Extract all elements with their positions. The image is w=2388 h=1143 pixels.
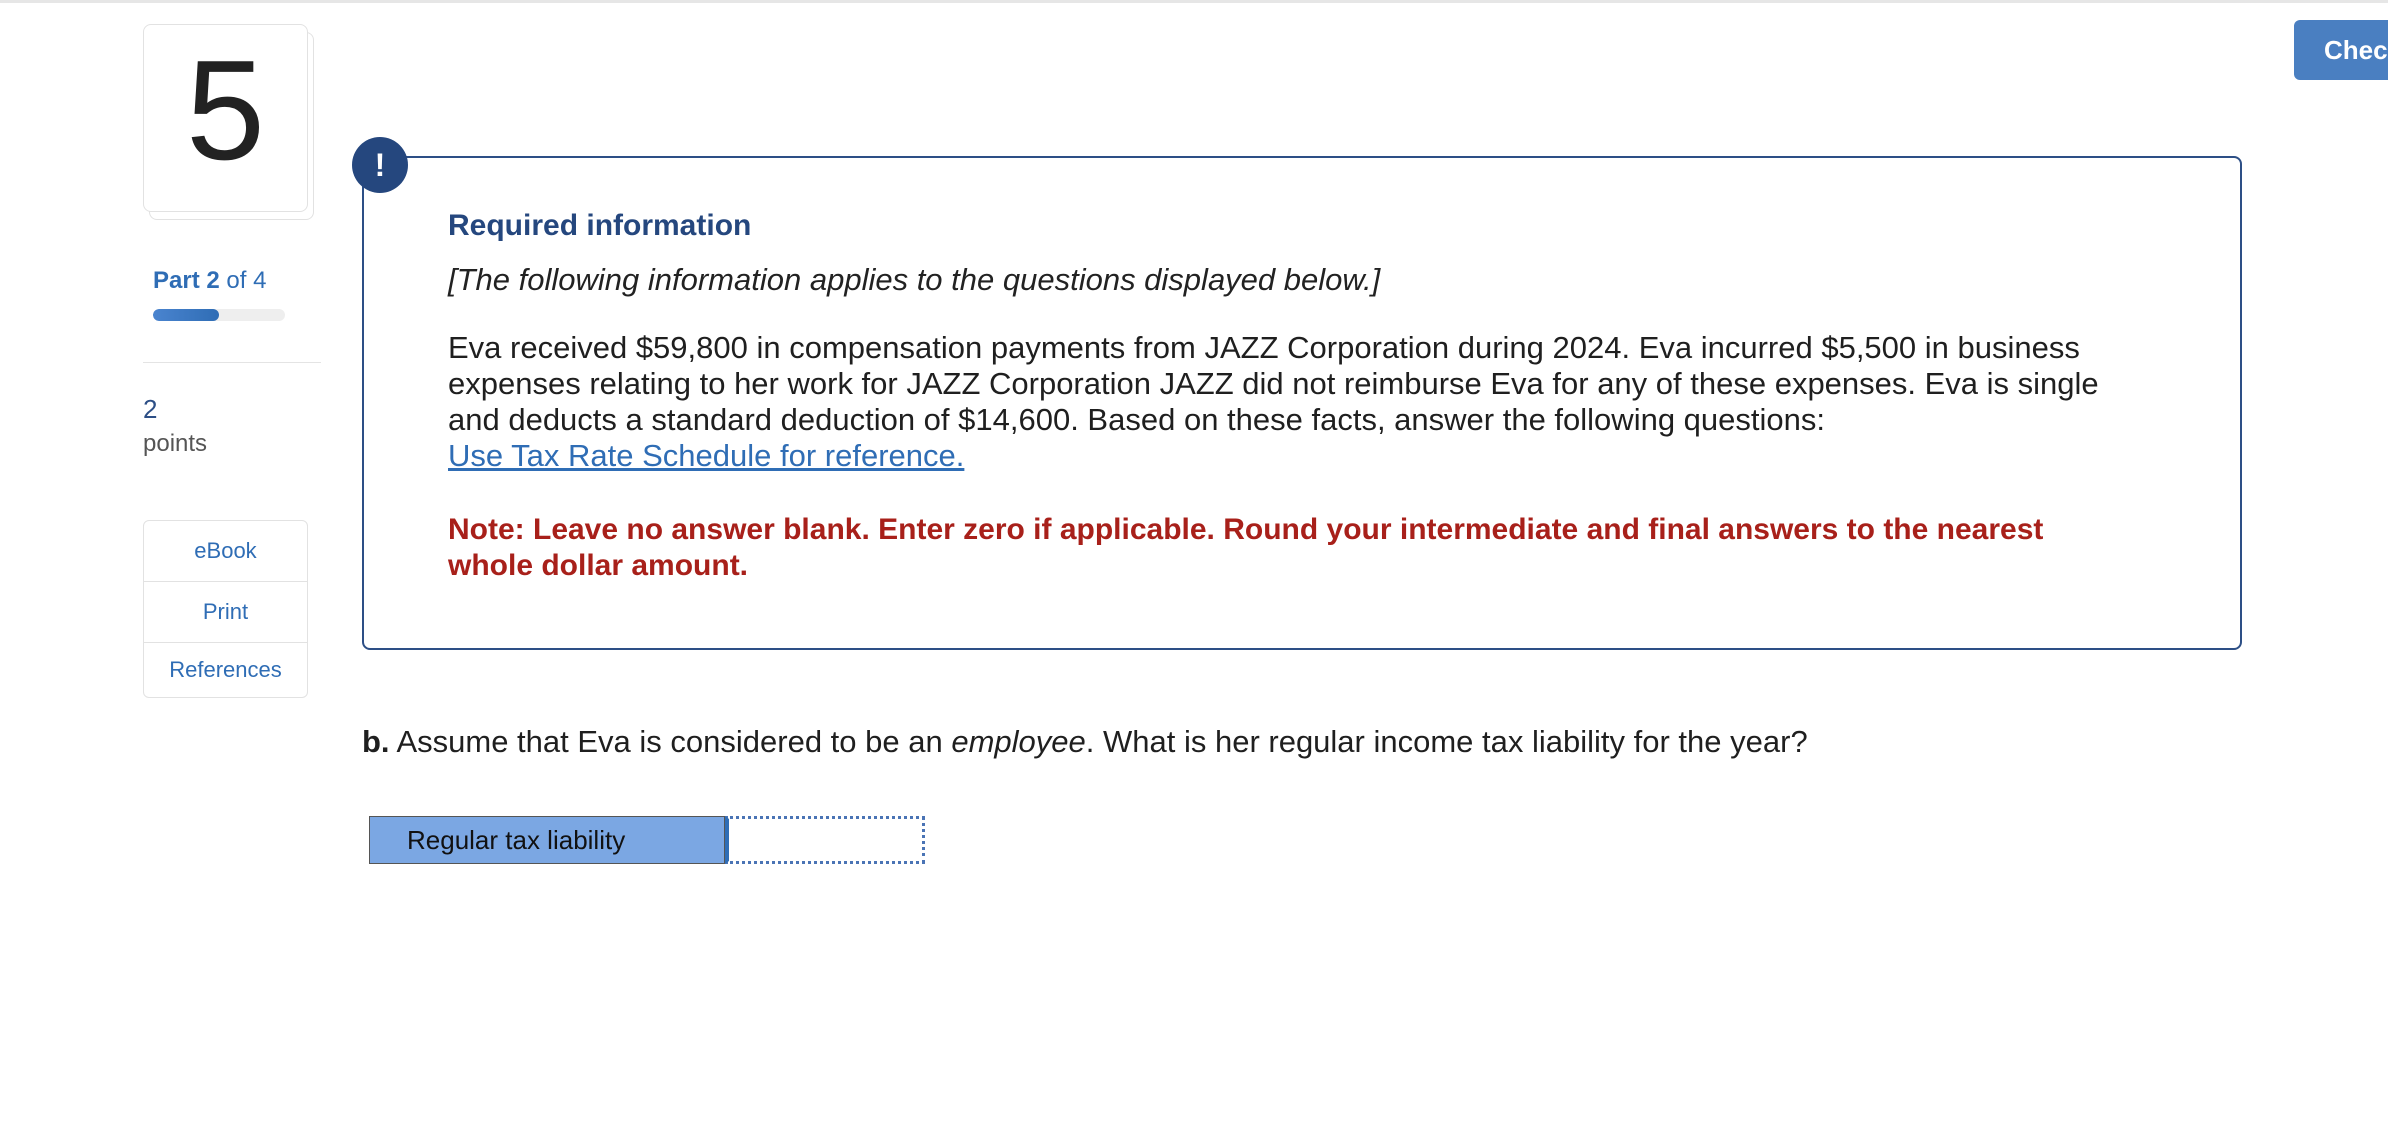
question-text-start: Assume that Eva is considered to be an	[389, 724, 952, 759]
part-prefix: Part	[153, 267, 200, 294]
references-link[interactable]: References	[144, 643, 307, 697]
part-indicator: Part 2 of 4	[153, 267, 266, 295]
question-number-card: 5	[143, 24, 308, 212]
question-letter: b.	[362, 724, 390, 759]
part-current: 2	[206, 267, 220, 294]
problem-text: Eva received $59,800 in compensation pay…	[448, 330, 2099, 437]
applies-note: [The following information applies to th…	[448, 262, 1381, 297]
print-link[interactable]: Print	[144, 582, 307, 643]
tax-rate-schedule-link[interactable]: Use Tax Rate Schedule for reference.	[448, 438, 964, 474]
part-progress-bar	[153, 309, 285, 321]
question-text-end: . What is her regular income tax liabili…	[1085, 724, 1808, 759]
ebook-link[interactable]: eBook	[144, 521, 307, 582]
regular-tax-liability-label: Regular tax liability	[369, 816, 725, 864]
instruction-note: Note: Leave no answer blank. Enter zero …	[448, 513, 2044, 582]
tool-links: eBook Print References	[143, 520, 308, 698]
part-total: of 4	[226, 267, 267, 294]
points-label: points	[143, 430, 208, 457]
check-button[interactable]: Chec	[2294, 20, 2388, 80]
answer-row: Regular tax liability	[369, 816, 925, 864]
required-information-content: Required information [The following info…	[448, 204, 2128, 584]
question-number: 5	[186, 31, 265, 190]
required-info-title: Required information	[448, 209, 752, 242]
question-b: b. Assume that Eva is considered to be a…	[362, 724, 1808, 760]
regular-tax-liability-input[interactable]	[725, 816, 925, 864]
sidebar-divider	[143, 362, 321, 363]
question-emphasis: employee	[951, 724, 1086, 759]
top-divider	[0, 0, 2388, 3]
part-progress-fill	[153, 309, 219, 321]
points-value: 2	[143, 394, 158, 424]
alert-icon: !	[352, 137, 408, 193]
